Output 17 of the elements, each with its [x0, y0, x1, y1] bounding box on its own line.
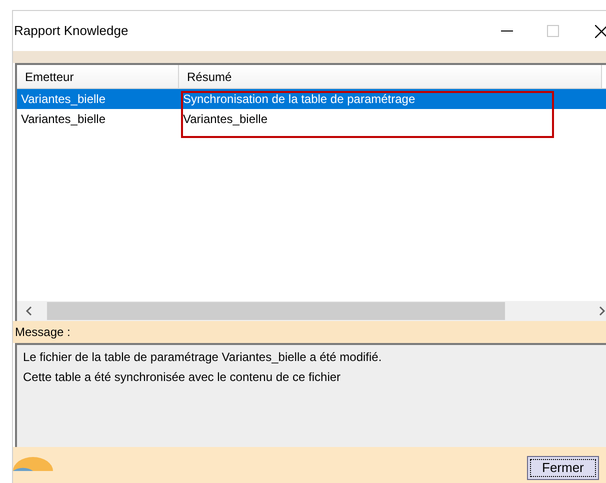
message-text: Cette table a été synchronisée avec le contenu de ce fichier — [23, 369, 342, 386]
window-title: Rapport Knowledge — [14, 22, 128, 40]
close-icon[interactable] — [595, 24, 606, 38]
table-cell-text: Variantes_bielle — [182, 111, 268, 128]
scrollbar-thumb[interactable] — [47, 302, 505, 320]
table-cell-text: Synchronisation de la table de paramétrage — [182, 91, 416, 108]
column-header[interactable]: Résumé — [179, 65, 602, 89]
column-header[interactable]: Emetteur — [17, 65, 179, 89]
message-label: Message : — [15, 324, 70, 341]
close-button[interactable]: Fermer — [527, 456, 599, 480]
logo-icon — [13, 457, 53, 471]
table-cell-text: Variantes_bielle — [20, 111, 106, 128]
scroll-left-icon[interactable] — [25, 306, 33, 316]
table-row[interactable]: Variantes_bielle Synchronisation de la table de paramétrage — [17, 89, 606, 109]
scroll-right-icon[interactable] — [598, 306, 606, 316]
table-cell-text: Variantes_bielle — [20, 91, 106, 108]
message-text: Le fichier de la table de paramétrage Variantes_bielle a été modifié. — [23, 349, 383, 366]
